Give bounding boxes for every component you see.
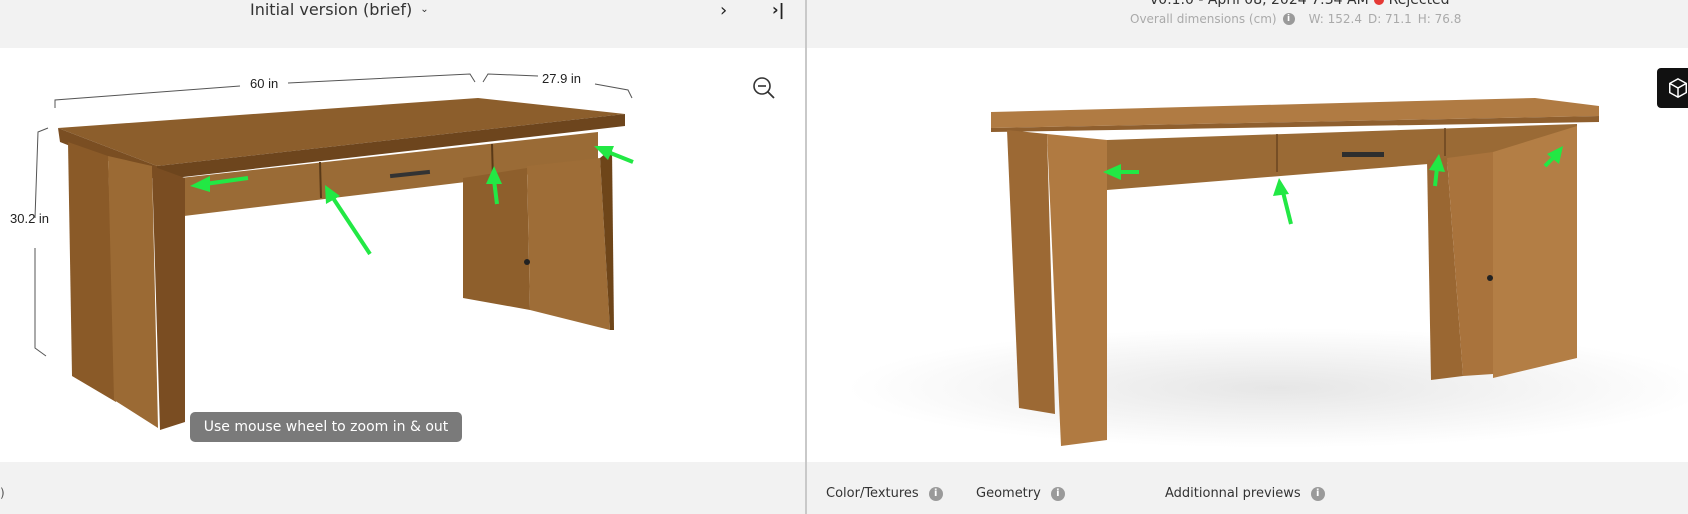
left-footer-fragment: ) — [0, 486, 5, 500]
dimension-d: D: 71.1 — [1367, 12, 1412, 26]
status-badge: Rejected — [1388, 0, 1450, 8]
chevron-right-icon: › — [720, 0, 728, 21]
reference-desk-image: 60 in 27.9 in 30.2 in — [10, 71, 634, 430]
dimensions-label: Overall dimensions (cm) — [1130, 12, 1277, 26]
skip-to-end-icon: ›| — [772, 0, 785, 19]
info-icon[interactable]: i — [1282, 13, 1295, 25]
dimension-height-label: 30.2 in — [10, 211, 49, 226]
overall-dimensions: Overall dimensions (cm) i W: 152.4 D: 71… — [1130, 12, 1461, 26]
info-icon[interactable]: i — [1050, 486, 1065, 501]
info-icon[interactable]: i — [928, 486, 943, 501]
tab-additional-previews[interactable]: Additionnal previews i — [1165, 486, 1325, 501]
dimension-depth-label: 27.9 in — [542, 71, 581, 86]
tab-label: Geometry — [976, 486, 1041, 501]
left-footer — [0, 462, 805, 514]
version-info: v0.1.0 - April 08, 2024 7:34 AM Rejected — [1150, 0, 1450, 8]
version-text: v0.1.0 - April 08, 2024 7:34 AM — [1150, 0, 1369, 8]
tab-color-textures[interactable]: Color/Textures i — [826, 486, 943, 501]
tab-label: Additionnal previews — [1165, 486, 1301, 501]
model-desk-render — [847, 98, 1688, 448]
model-3d-viewer[interactable] — [807, 48, 1688, 462]
reference-image-viewer[interactable]: 60 in 27.9 in 30.2 in — [0, 48, 805, 462]
3d-view-button[interactable] — [1657, 68, 1688, 108]
next-button[interactable]: › — [720, 0, 727, 21]
dimension-h: H: 76.8 — [1417, 12, 1462, 26]
zoom-hint-text: Use mouse wheel to zoom in & out — [203, 419, 449, 435]
tab-label: Color/Textures — [826, 486, 919, 501]
zoom-out-button[interactable] — [752, 76, 776, 100]
cube-icon — [1669, 77, 1687, 99]
dimension-w: W: 152.4 — [1308, 12, 1362, 26]
version-selector-label: Initial version (brief) — [250, 0, 413, 19]
status-dot-icon — [1373, 0, 1384, 5]
version-selector[interactable]: Initial version (brief) ⌄ — [250, 0, 429, 19]
zoom-hint-tooltip: Use mouse wheel to zoom in & out — [190, 412, 462, 442]
tab-geometry[interactable]: Geometry i — [976, 486, 1065, 501]
dimension-width-label: 60 in — [250, 76, 278, 91]
last-button[interactable]: ›| — [772, 0, 784, 19]
info-icon[interactable]: i — [1310, 486, 1325, 501]
chevron-down-icon: ⌄ — [420, 4, 429, 15]
zoom-out-icon — [753, 77, 775, 99]
